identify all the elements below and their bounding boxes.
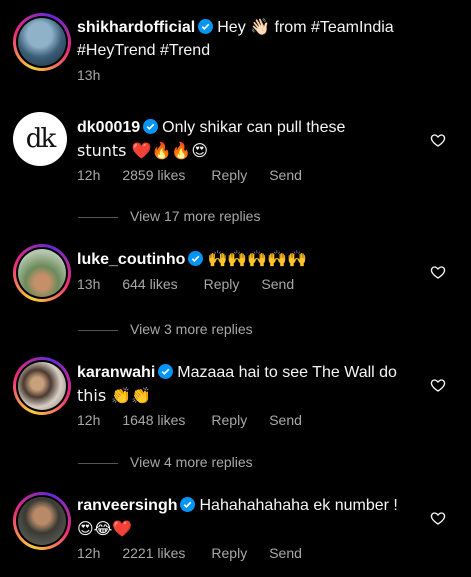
comment-time: 12h <box>77 545 101 561</box>
comment-text: Only shikar can pull these <box>162 119 346 136</box>
comment-line-1: karanwahi Mazaaa hai to see The Wall do <box>77 361 397 384</box>
comment-time: 12h <box>77 167 101 183</box>
dk-logo: dk <box>13 112 67 166</box>
view-more-label: View 4 more replies <box>130 454 253 470</box>
avatar-photo <box>18 497 66 545</box>
heart-outline-icon[interactable] <box>430 264 446 280</box>
avatar-ranveersingh[interactable] <box>13 492 71 550</box>
likes-count[interactable]: 2221 likes <box>122 545 185 561</box>
caption-hashtags[interactable]: #HeyTrend #Trend <box>77 39 210 62</box>
caption-username[interactable]: shikhardofficial <box>77 19 195 36</box>
divider <box>78 216 118 218</box>
comment-text: Hahahahahaha ek number ! <box>199 497 398 514</box>
verified-badge-icon <box>188 251 204 266</box>
send-button[interactable]: Send <box>269 412 302 428</box>
comment-text: 🙌🙌🙌🙌🙌 <box>207 249 308 268</box>
likes-count[interactable]: 1648 likes <box>122 412 185 428</box>
verified-badge-icon <box>143 119 159 134</box>
reply-button[interactable]: Reply <box>204 276 240 292</box>
avatar-photo <box>18 362 66 410</box>
comment-meta: 12h 1648 likes Reply Send <box>77 412 324 428</box>
view-more-replies[interactable]: View 4 more replies <box>78 454 253 470</box>
comment-meta: 13h 644 likes Reply Send <box>77 276 316 292</box>
reply-button[interactable]: Reply <box>211 167 247 183</box>
send-button[interactable]: Send <box>269 545 302 561</box>
comment-meta: 12h 2859 likes Reply Send <box>77 167 324 183</box>
avatar-karanwahi[interactable] <box>13 357 71 415</box>
comment-line-1: ranveersingh Hahahahahaha ek number ! <box>77 494 398 517</box>
verified-badge-icon <box>198 19 214 34</box>
heart-outline-icon[interactable] <box>430 132 446 148</box>
comment-username[interactable]: ranveersingh <box>77 497 177 514</box>
reply-button[interactable]: Reply <box>211 545 247 561</box>
likes-count[interactable]: 644 likes <box>122 276 177 292</box>
avatar-shikhardofficial[interactable] <box>13 13 71 71</box>
heart-outline-icon[interactable] <box>430 510 446 526</box>
verified-badge-icon <box>180 497 196 512</box>
avatar-dk00019[interactable]: dk <box>13 112 67 166</box>
view-more-label: View 17 more replies <box>130 208 261 224</box>
verified-badge-icon <box>158 364 174 379</box>
heart-outline-icon[interactable] <box>430 377 446 393</box>
comment-text-cont: this 👏👏 <box>77 386 152 405</box>
send-button[interactable]: Send <box>261 276 294 292</box>
comment-meta: 12h 2221 likes Reply Send <box>77 545 324 561</box>
divider <box>78 329 118 331</box>
comment-username[interactable]: luke_coutinho <box>77 251 185 268</box>
caption-text: Hey 👋🏻 from #TeamIndia <box>217 19 394 36</box>
view-more-replies[interactable]: View 3 more replies <box>78 321 253 337</box>
divider <box>78 462 118 464</box>
likes-count[interactable]: 2859 likes <box>122 167 185 183</box>
send-button[interactable]: Send <box>269 167 302 183</box>
comment-line-1: dk00019 Only shikar can pull these <box>77 116 345 139</box>
avatar-photo <box>18 249 66 297</box>
comment-text: Mazaaa hai to see The Wall do <box>177 364 397 381</box>
reply-button[interactable]: Reply <box>211 412 247 428</box>
comment-time: 13h <box>77 276 101 292</box>
view-more-label: View 3 more replies <box>130 321 253 337</box>
comment-time: 12h <box>77 412 101 428</box>
comment-line-1: luke_coutinho 🙌🙌🙌🙌🙌 <box>77 247 307 271</box>
avatar-photo <box>18 18 66 66</box>
avatar-luke_coutinho[interactable] <box>13 244 71 302</box>
caption-line-1: shikhardofficial Hey 👋🏻 from #TeamIndia <box>77 16 394 39</box>
comment-username[interactable]: karanwahi <box>77 364 155 381</box>
caption-time: 13h <box>77 67 101 83</box>
comment-username[interactable]: dk00019 <box>77 119 140 136</box>
view-more-replies[interactable]: View 17 more replies <box>78 208 260 224</box>
comment-text-cont: 😍😂❤️ <box>77 519 133 538</box>
comment-text-cont: stunts ❤️🔥🔥😍 <box>77 141 209 160</box>
